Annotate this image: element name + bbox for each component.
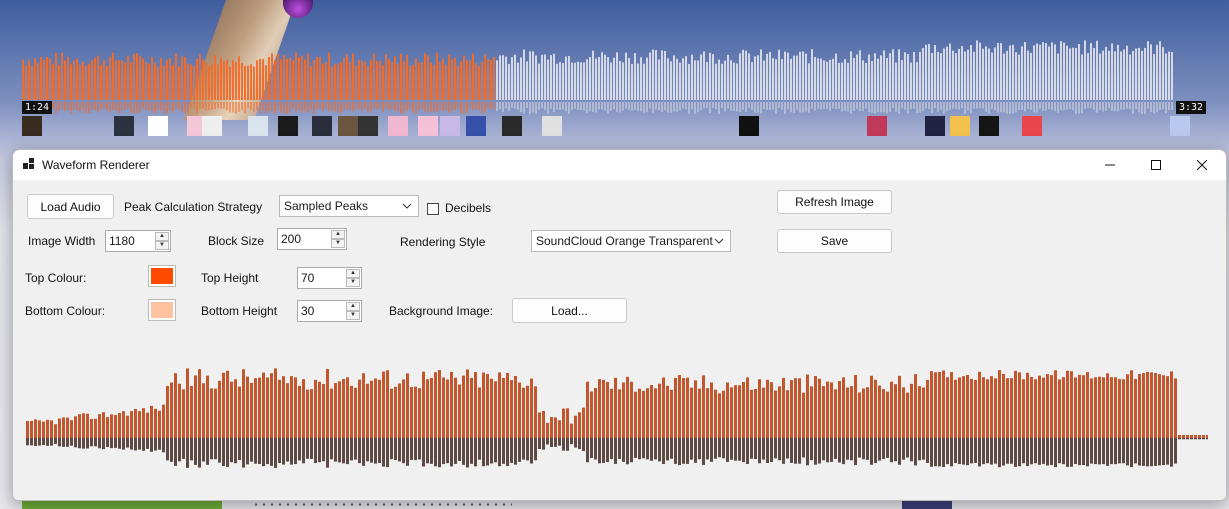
top-colour-label: Top Colour: <box>25 271 87 285</box>
background-dots <box>252 503 512 506</box>
decrement-button[interactable]: ▼ <box>346 278 360 287</box>
avatar[interactable] <box>248 116 268 136</box>
top-colour-fill <box>151 268 173 284</box>
avatar[interactable] <box>418 116 438 136</box>
avatar[interactable] <box>1170 116 1190 136</box>
avatar[interactable] <box>925 116 945 136</box>
save-button[interactable]: Save <box>777 229 892 253</box>
maximize-button[interactable] <box>1133 150 1179 180</box>
avatar[interactable] <box>1022 116 1042 136</box>
top-height-value: 70 <box>301 271 315 285</box>
increment-button[interactable]: ▲ <box>331 230 345 239</box>
avatar[interactable] <box>388 116 408 136</box>
chevron-down-icon <box>714 238 724 244</box>
background-thumbnail <box>902 500 952 509</box>
rendering-style-value: SoundCloud Orange Transparent <box>536 234 713 248</box>
peak-strategy-label: Peak Calculation Strategy <box>124 200 263 214</box>
decrement-button[interactable]: ▼ <box>346 311 360 320</box>
image-width-input[interactable]: 1180 ▲ ▼ <box>105 230 171 252</box>
avatar[interactable] <box>358 116 378 136</box>
chevron-down-icon <box>402 203 412 209</box>
minimize-icon <box>1105 164 1115 166</box>
avatar[interactable] <box>979 116 999 136</box>
image-width-label: Image Width <box>28 234 96 248</box>
bottom-colour-fill <box>151 302 173 318</box>
avatar[interactable] <box>739 116 759 136</box>
peak-strategy-select[interactable]: Sampled Peaks <box>279 195 419 217</box>
avatar[interactable] <box>22 116 42 136</box>
maximize-icon <box>1151 160 1161 170</box>
avatar[interactable] <box>867 116 887 136</box>
title-bar[interactable]: Waveform Renderer <box>13 150 1226 180</box>
top-height-label: Top Height <box>201 271 259 285</box>
avatar[interactable] <box>312 116 332 136</box>
avatar[interactable] <box>114 116 134 136</box>
block-size-value: 200 <box>281 232 302 246</box>
bottom-colour-label: Bottom Colour: <box>25 304 106 318</box>
comment-avatars-row <box>22 116 1202 136</box>
load-audio-button[interactable]: Load Audio <box>27 194 114 219</box>
close-button[interactable] <box>1179 150 1225 180</box>
increment-button[interactable]: ▲ <box>155 232 169 241</box>
peak-strategy-value: Sampled Peaks <box>284 199 369 213</box>
avatar[interactable] <box>466 116 486 136</box>
decibels-label: Decibels <box>445 201 492 215</box>
image-width-value: 1180 <box>109 234 135 248</box>
minimize-button[interactable] <box>1087 150 1133 180</box>
avatar[interactable] <box>440 116 460 136</box>
avatar[interactable] <box>148 116 168 136</box>
avatar[interactable] <box>338 116 358 136</box>
close-icon <box>1197 160 1207 170</box>
increment-button[interactable]: ▲ <box>346 269 360 278</box>
total-time: 3:32 <box>1176 101 1207 114</box>
top-height-input[interactable]: 70 ▲ ▼ <box>297 267 362 289</box>
background-thumbnail <box>22 500 222 509</box>
rendering-style-select[interactable]: SoundCloud Orange Transparent <box>531 230 731 252</box>
player-waveform[interactable] <box>22 40 1202 114</box>
bottom-height-label: Bottom Height <box>201 304 278 318</box>
avatar[interactable] <box>202 116 222 136</box>
block-size-label: Block Size <box>208 234 265 248</box>
avatar[interactable] <box>502 116 522 136</box>
avatar[interactable] <box>950 116 970 136</box>
bottom-height-value: 30 <box>301 304 315 318</box>
increment-button[interactable]: ▲ <box>346 302 360 311</box>
decrement-button[interactable]: ▼ <box>155 241 169 250</box>
avatar[interactable] <box>542 116 562 136</box>
waveform-preview <box>26 368 1208 468</box>
rendering-style-label: Rendering Style <box>400 235 486 249</box>
avatar[interactable] <box>278 116 298 136</box>
block-size-input[interactable]: 200 ▲ ▼ <box>277 228 347 250</box>
window-title: Waveform Renderer <box>42 158 150 172</box>
top-colour-swatch[interactable] <box>148 265 176 287</box>
bottom-height-input[interactable]: 30 ▲ ▼ <box>297 300 362 322</box>
decibels-checkbox[interactable] <box>427 203 439 215</box>
load-background-button[interactable]: Load... <box>512 298 627 323</box>
waveform-renderer-window: Waveform Renderer Load Audio Peak Calcul… <box>12 149 1227 501</box>
background-image-label: Background Image: <box>389 304 494 318</box>
elapsed-time: 1:24 <box>22 101 53 114</box>
refresh-image-button[interactable]: Refresh Image <box>777 190 892 214</box>
decrement-button[interactable]: ▼ <box>331 239 345 248</box>
app-grid-icon <box>23 158 34 169</box>
bottom-colour-swatch[interactable] <box>148 299 176 321</box>
